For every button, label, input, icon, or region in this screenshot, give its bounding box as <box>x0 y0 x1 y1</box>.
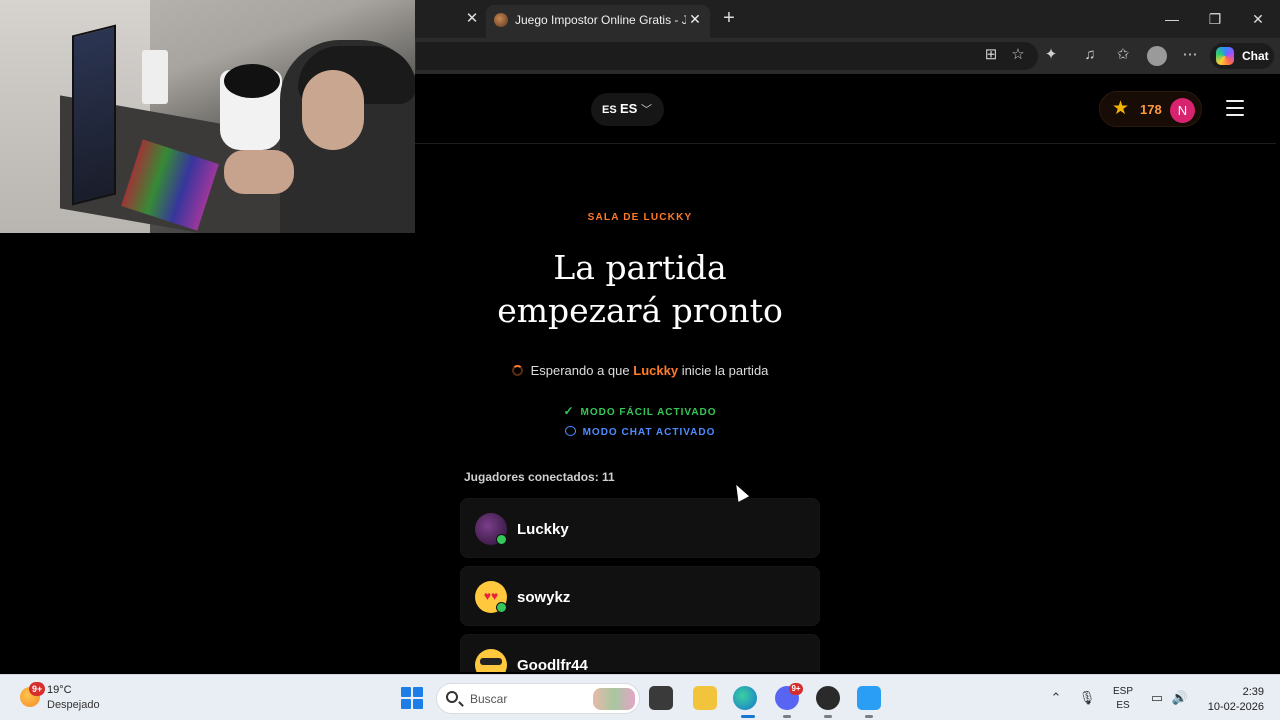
title-line-1: La partida <box>553 248 727 287</box>
hamburger-menu-icon[interactable] <box>1226 100 1244 116</box>
language-selector[interactable]: ES ES ﹀ <box>591 93 664 126</box>
weather-temperature[interactable]: 19°C <box>47 684 72 696</box>
player-name: Luckky <box>517 521 569 538</box>
tab-title: Juego Impostor Online Gratis - Jueg <box>515 13 686 27</box>
weather-badge: 9+ <box>29 682 46 696</box>
tab-close-icon[interactable]: ✕ <box>686 10 704 28</box>
window-close-icon[interactable]: ✕ <box>1247 8 1269 30</box>
webcam-monitor <box>72 24 116 206</box>
extensions-icon[interactable]: ✦ <box>1040 44 1062 66</box>
microphone-icon[interactable]: 🎙 <box>1078 689 1096 707</box>
active-app-indicator <box>741 715 755 718</box>
input-language-top: ESP <box>1112 686 1133 697</box>
chevron-down-icon: ﹀ <box>641 104 652 116</box>
app-available-icon[interactable]: ⊞ <box>980 44 1002 66</box>
webcam-person-hands <box>224 150 294 194</box>
online-status-dot <box>496 602 507 613</box>
input-language-bottom: ES <box>1116 700 1130 711</box>
room-label: SALA DE LUCKKY <box>587 212 693 223</box>
app-indicator <box>865 715 873 718</box>
search-placeholder: Buscar <box>470 692 508 706</box>
search-highlight-image <box>593 688 635 710</box>
sunglasses-emoji-icon <box>475 649 507 672</box>
more-options-icon[interactable]: ⋯ <box>1179 44 1201 66</box>
waiting-status: Esperando a que Luckky inicie la partida <box>440 363 840 378</box>
chat-bubble-icon <box>564 426 576 436</box>
user-avatar[interactable]: N <box>1170 98 1195 123</box>
title-line-2: empezará pronto <box>497 291 783 330</box>
media-control-icon[interactable]: ♫ <box>1079 44 1101 66</box>
previous-tab-close-icon[interactable]: ✕ <box>462 9 482 29</box>
players-count: Jugadores conectados: 11 <box>464 470 615 484</box>
tab-favicon-icon <box>494 13 508 27</box>
page-title: La partida empezará pronto <box>440 246 840 332</box>
new-tab-icon[interactable]: + <box>718 7 740 29</box>
chat-mode-status: MODO CHAT ACTIVADO <box>440 426 840 438</box>
chat-mode-label: MODO CHAT ACTIVADO <box>582 427 716 438</box>
easy-mode-status: ✓ MODO FÁCIL ACTIVADO <box>440 404 840 418</box>
webcam-bucket-lid <box>224 64 280 98</box>
input-language-indicator[interactable]: ESP ES <box>1112 685 1134 713</box>
network-icon[interactable]: ▭ <box>1148 689 1166 707</box>
webcam-overlay <box>0 0 415 233</box>
restore-icon[interactable]: ❐ <box>1204 8 1226 30</box>
check-icon: ✓ <box>563 404 575 418</box>
edge-browser-icon[interactable] <box>733 686 757 710</box>
discord-badge: 9+ <box>789 683 803 695</box>
taskbar-search[interactable]: Buscar <box>436 683 640 714</box>
loading-spinner-icon <box>511 365 523 376</box>
player-name: sowykz <box>517 589 571 606</box>
waiting-suffix: inicie la partida <box>681 363 769 378</box>
weather-description[interactable]: Despejado <box>47 699 100 711</box>
points-value: 178 <box>1140 102 1162 117</box>
star-icon: ★ <box>1112 98 1130 119</box>
favorite-star-icon[interactable]: ☆ <box>1007 44 1029 66</box>
host-name: Luckky <box>633 363 679 378</box>
spain-flag-icon: ES <box>602 104 617 116</box>
copilot-chat-button[interactable]: Chat <box>1210 43 1274 69</box>
player-card: Goodlfr44 <box>460 634 820 672</box>
app-f-icon[interactable] <box>857 686 881 710</box>
volume-icon[interactable]: 🔊 <box>1171 689 1189 707</box>
windows-taskbar: 9+ 19°C Despejado Buscar 9+ ⌃ 🎙 ESP ES ▭… <box>0 674 1280 720</box>
profile-avatar[interactable] <box>1147 46 1167 66</box>
app-indicator <box>824 715 832 718</box>
language-code: ES <box>620 101 638 116</box>
easy-mode-label: MODO FÁCIL ACTIVADO <box>580 407 717 418</box>
webcam-person-face <box>302 70 364 150</box>
system-clock[interactable]: 2:39 10-02-2026 <box>1198 685 1264 715</box>
webcam-cup <box>142 50 168 104</box>
player-card: Luckky <box>460 498 820 558</box>
player-name: Goodlfr44 <box>517 657 588 672</box>
file-explorer-icon[interactable] <box>693 686 717 710</box>
app-indicator <box>783 715 791 718</box>
screen: ✕ Juego Impostor Online Gratis - Jueg ✕ … <box>0 0 1280 720</box>
obs-icon[interactable] <box>816 686 840 710</box>
active-tab[interactable]: Juego Impostor Online Gratis - Jueg ✕ <box>486 5 710 38</box>
chat-button-label: Chat <box>1242 49 1269 63</box>
favorites-icon[interactable]: ✩ <box>1112 44 1134 66</box>
clock-date: 10-02-2026 <box>1207 701 1264 713</box>
waiting-prefix: Esperando a que <box>530 363 630 378</box>
minimize-icon[interactable]: — <box>1161 8 1183 30</box>
clock-time: 2:39 <box>1242 686 1264 698</box>
windows-start-icon[interactable] <box>401 687 423 709</box>
copilot-icon <box>1216 47 1234 65</box>
address-bar[interactable] <box>416 42 1038 70</box>
player-card: ♥♥ sowykz <box>460 566 820 626</box>
chevron-up-icon[interactable]: ⌃ <box>1047 689 1065 707</box>
search-icon <box>446 691 458 703</box>
task-view-icon[interactable] <box>649 686 673 710</box>
points-badge[interactable]: ★ 178 N <box>1099 91 1202 127</box>
online-status-dot <box>496 534 507 545</box>
